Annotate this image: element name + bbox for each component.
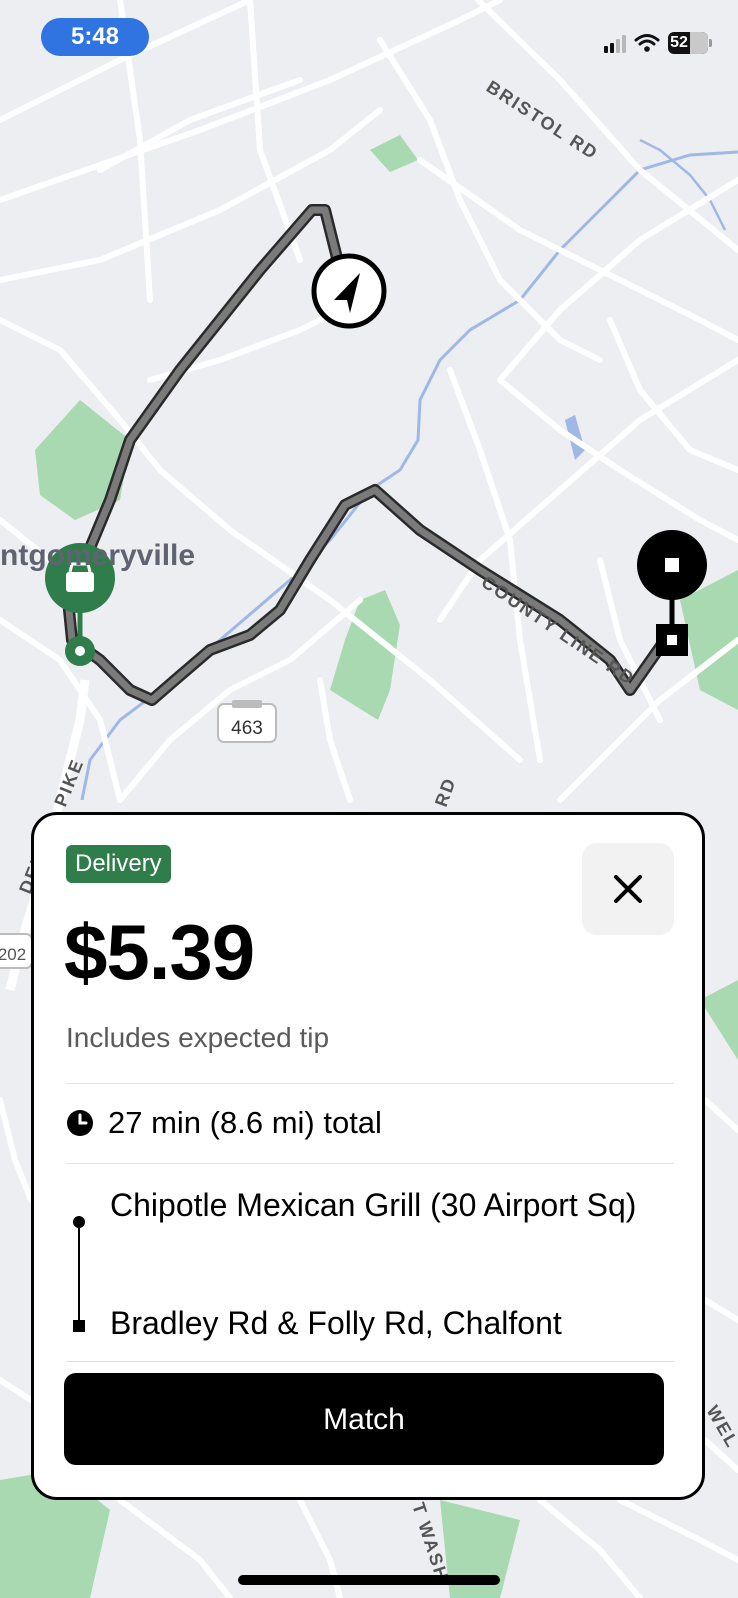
divider [66, 1163, 674, 1164]
highway-shield: 202 [0, 933, 33, 969]
offer-card: Delivery $5.39 Includes expected tip 27 … [31, 812, 705, 1500]
route-shield-label: 463 [231, 718, 263, 739]
divider [66, 1083, 674, 1084]
highway-shield-label: 202 [0, 945, 26, 964]
dropoff-address: Bradley Rd & Folly Rd, Chalfont [110, 1305, 562, 1341]
pickup-dot-icon [73, 1216, 85, 1228]
close-button[interactable] [582, 843, 674, 935]
battery-icon: 52 [668, 32, 712, 54]
divider [66, 1361, 674, 1362]
dropoff-square-icon [73, 1320, 85, 1332]
status-indicators: 52 [604, 30, 712, 56]
delivery-badge: Delivery [66, 845, 171, 883]
cellular-signal-icon [604, 33, 626, 53]
trip-summary: 27 min (8.6 mi) total [108, 1105, 382, 1140]
route-line [78, 1228, 80, 1320]
route-shield: 463 [217, 700, 277, 743]
clock-icon [67, 1110, 93, 1136]
offer-price: $5.39 [64, 908, 255, 996]
home-indicator[interactable] [238, 1575, 500, 1585]
trip-summary-row: 27 min (8.6 mi) total [66, 1105, 382, 1141]
tip-note: Includes expected tip [66, 1022, 330, 1053]
wifi-icon [634, 34, 660, 52]
status-time: 5:48 [41, 18, 149, 56]
navigation-arrow-icon [311, 253, 387, 329]
pickup-address: Chipotle Mexican Grill (30 Airport Sq) [110, 1187, 637, 1223]
match-button[interactable]: Match [64, 1373, 664, 1465]
close-icon [614, 875, 642, 903]
town-label: ntgomeryville [0, 539, 195, 572]
battery-level: 52 [670, 34, 688, 51]
